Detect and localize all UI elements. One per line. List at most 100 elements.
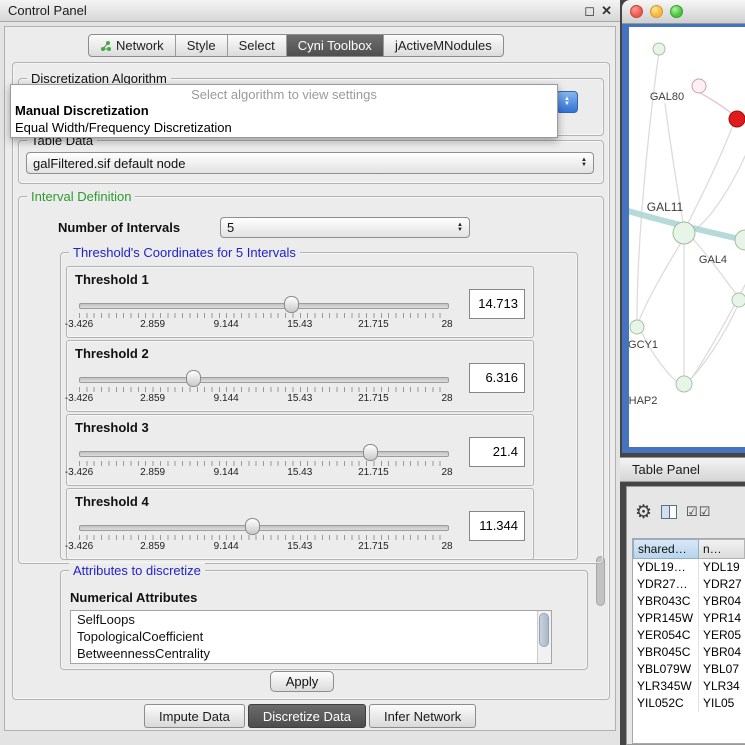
- network-node-gal80[interactable]: [692, 79, 706, 93]
- threshold-4-value-field[interactable]: 11.344: [469, 511, 525, 541]
- network-window-titlebar[interactable]: [622, 0, 745, 24]
- scale-label: 21.715: [358, 393, 389, 404]
- slider-scale: -3.4262.8599.14415.4321.71528: [79, 393, 447, 405]
- tab-cyni-toolbox[interactable]: Cyni Toolbox: [286, 35, 383, 56]
- table-data-combo[interactable]: galFiltered.sif default node ▲▼: [26, 152, 594, 174]
- tab-jactivemnodules[interactable]: jActiveMNodules: [383, 35, 503, 56]
- table-row[interactable]: YBR043CYBR04: [633, 593, 745, 610]
- zoom-traffic-light[interactable]: [670, 5, 683, 18]
- scale-label: -3.426: [65, 467, 93, 478]
- attributes-list-scrollbar-thumb[interactable]: [539, 613, 549, 647]
- threshold-2-slider-handle[interactable]: [186, 370, 201, 387]
- cell-shared-name: YDR27…: [633, 576, 699, 593]
- scale-label: 28: [441, 541, 452, 552]
- table-row[interactable]: YER054CYER05: [633, 627, 745, 644]
- network-node-red[interactable]: [729, 111, 745, 127]
- slider-scale: -3.4262.8599.14415.4321.71528: [79, 319, 447, 331]
- scale-label: 15.43: [287, 319, 312, 330]
- number-of-intervals-combo[interactable]: 5 ▲▼: [220, 217, 470, 238]
- close-panel-icon[interactable]: ✕: [601, 3, 612, 19]
- tab-style[interactable]: Style: [175, 35, 227, 56]
- threshold-1-value-field[interactable]: 14.713: [469, 289, 525, 319]
- screen: Control Panel ◻ ✕ Network Style Select C…: [0, 0, 745, 745]
- scale-label: 9.144: [214, 541, 239, 552]
- cell-shared-name: YER054C: [633, 627, 699, 644]
- close-traffic-light[interactable]: [630, 5, 643, 18]
- cell-shared-name: YPR145W: [633, 610, 699, 627]
- attribute-list-item[interactable]: TopologicalCoefficient: [71, 628, 551, 645]
- tab-infer-network[interactable]: Infer Network: [369, 704, 476, 728]
- cell-name: YDL19: [699, 559, 745, 576]
- tab-discretize-data[interactable]: Discretize Data: [248, 704, 366, 728]
- network-node[interactable]: [673, 222, 695, 244]
- slider-ticks: [79, 461, 447, 466]
- float-panel-icon[interactable]: ◻: [584, 3, 595, 19]
- network-node[interactable]: [735, 230, 745, 250]
- threshold-4-slider-handle[interactable]: [245, 518, 260, 535]
- cell-name: YLR34: [699, 678, 745, 695]
- table-data-combo-value: galFiltered.sif default node: [33, 156, 185, 171]
- scale-label: 15.43: [287, 541, 312, 552]
- attributes-list-scrollbar[interactable]: [537, 611, 551, 663]
- table-row[interactable]: YPR145WYPR14: [633, 610, 745, 627]
- threshold-2-slider-track[interactable]: [79, 377, 449, 383]
- threshold-1-slider-handle[interactable]: [284, 296, 299, 313]
- table-row[interactable]: YBL079WYBL07: [633, 661, 745, 678]
- algorithm-dropdown-popup: Select algorithm to view settings Manual…: [10, 84, 558, 138]
- threshold-3-value-field[interactable]: 21.4: [469, 437, 525, 467]
- table-row[interactable]: YLR345WYLR34: [633, 678, 745, 695]
- threshold-3-slider-handle[interactable]: [363, 444, 378, 461]
- scale-label: 2.859: [140, 467, 165, 478]
- minimize-traffic-light[interactable]: [650, 5, 663, 18]
- tab-style-label: Style: [187, 38, 216, 53]
- cell-name: YIL05: [699, 695, 745, 712]
- network-node-gcy1[interactable]: [630, 320, 644, 334]
- tab-select[interactable]: Select: [227, 35, 286, 56]
- network-canvas[interactable]: GAL80 GAL11 GAL4 GCY1 HAP2: [629, 27, 745, 447]
- threshold-4-slider-track[interactable]: [79, 525, 449, 531]
- algorithm-combo-stepper-button[interactable]: ▲▼: [556, 91, 578, 113]
- node-label-gal80: GAL80: [650, 91, 684, 103]
- table-panel-header: Table Panel: [620, 457, 745, 482]
- threshold-2-value-field[interactable]: 6.316: [469, 363, 525, 393]
- apply-button[interactable]: Apply: [270, 671, 334, 692]
- attribute-list-item[interactable]: BetweennessCentrality: [71, 645, 551, 662]
- combo-arrows-icon: ▲▼: [575, 158, 587, 168]
- table-row[interactable]: YIL052CYIL05: [633, 695, 745, 712]
- tab-network[interactable]: Network: [89, 35, 175, 56]
- column-selector-icon[interactable]: [661, 505, 677, 519]
- attribute-list-item[interactable]: SelfLoops: [71, 611, 551, 628]
- scale-label: 9.144: [214, 393, 239, 404]
- table-row[interactable]: YBR045CYBR04: [633, 644, 745, 661]
- column-header-name[interactable]: n…: [699, 539, 745, 559]
- scale-label: 28: [441, 467, 452, 478]
- column-header-shared-name[interactable]: shared…: [633, 539, 699, 559]
- table-row[interactable]: YDL19…YDL19: [633, 559, 745, 576]
- tab-select-label: Select: [239, 38, 275, 53]
- algorithm-option-equal-width[interactable]: Equal Width/Frequency Discretization: [11, 119, 557, 136]
- threshold-1-slider-track[interactable]: [79, 303, 449, 309]
- table-row[interactable]: YDR27…YDR27: [633, 576, 745, 593]
- select-checkboxes-icon[interactable]: ☑☑: [686, 504, 711, 520]
- cell-name: YPR14: [699, 610, 745, 627]
- gear-icon[interactable]: ⚙: [635, 503, 652, 522]
- tab-impute-data[interactable]: Impute Data: [144, 704, 245, 728]
- tab-cyni-toolbox-label: Cyni Toolbox: [298, 38, 372, 53]
- scale-label: 2.859: [140, 393, 165, 404]
- network-node[interactable]: [653, 43, 665, 55]
- cell-shared-name: YLR345W: [633, 678, 699, 695]
- network-node[interactable]: [732, 293, 745, 307]
- thresholds-group-title: Threshold's Coordinates for 5 Intervals: [69, 245, 300, 260]
- slider-ticks: [79, 535, 447, 540]
- network-node-hap2[interactable]: [676, 376, 692, 392]
- algorithm-option-manual[interactable]: Manual Discretization: [11, 102, 557, 119]
- threshold-3-slider-track[interactable]: [79, 451, 449, 457]
- algorithm-placeholder: Select algorithm to view settings: [11, 85, 557, 102]
- scale-label: 15.43: [287, 393, 312, 404]
- threshold-2-label: Threshold 2: [75, 346, 149, 361]
- combo-arrows-icon: ▲▼: [451, 223, 463, 233]
- network-view-frame: GAL80 GAL11 GAL4 GCY1 HAP2: [622, 24, 745, 453]
- table-body: YDL19…YDL19YDR27…YDR27YBR043CYBR04YPR145…: [633, 559, 745, 712]
- network-icon: [100, 40, 112, 52]
- scale-label: 15.43: [287, 467, 312, 478]
